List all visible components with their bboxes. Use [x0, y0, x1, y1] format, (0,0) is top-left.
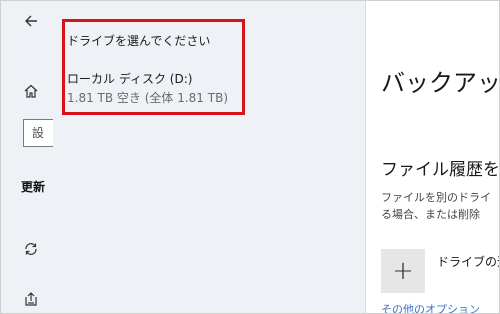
home-icon[interactable]: [21, 81, 41, 101]
section-description: ファイルを別のドライ る場合、または削除: [381, 189, 491, 223]
description-line-1: ファイルを別のドライ: [381, 191, 491, 204]
highlight-box: [62, 19, 245, 115]
add-drive-button[interactable]: +: [381, 249, 425, 293]
add-drive-row[interactable]: + ドライブの追: [381, 249, 499, 293]
sync-icon[interactable]: [21, 239, 41, 259]
backup-icon[interactable]: [21, 289, 41, 309]
settings-window: 設 更新 バックアップ ファイル履歴を ファイルを別のドライ る場合、または削除…: [0, 0, 500, 314]
search-input-text: 設: [32, 126, 45, 140]
more-options-link[interactable]: その他のオプション: [381, 301, 480, 313]
page-title: バックアップ: [381, 69, 500, 97]
section-title: ファイル履歴を: [381, 160, 500, 180]
back-arrow-icon[interactable]: [21, 11, 41, 31]
nav-strip: 設 更新: [1, 1, 59, 313]
add-drive-label: ドライブの追: [437, 255, 499, 269]
search-input[interactable]: 設: [23, 119, 57, 147]
description-line-2: る場合、または削除: [381, 208, 480, 221]
section-label-update: 更新: [21, 180, 46, 194]
plus-icon: +: [392, 256, 414, 286]
